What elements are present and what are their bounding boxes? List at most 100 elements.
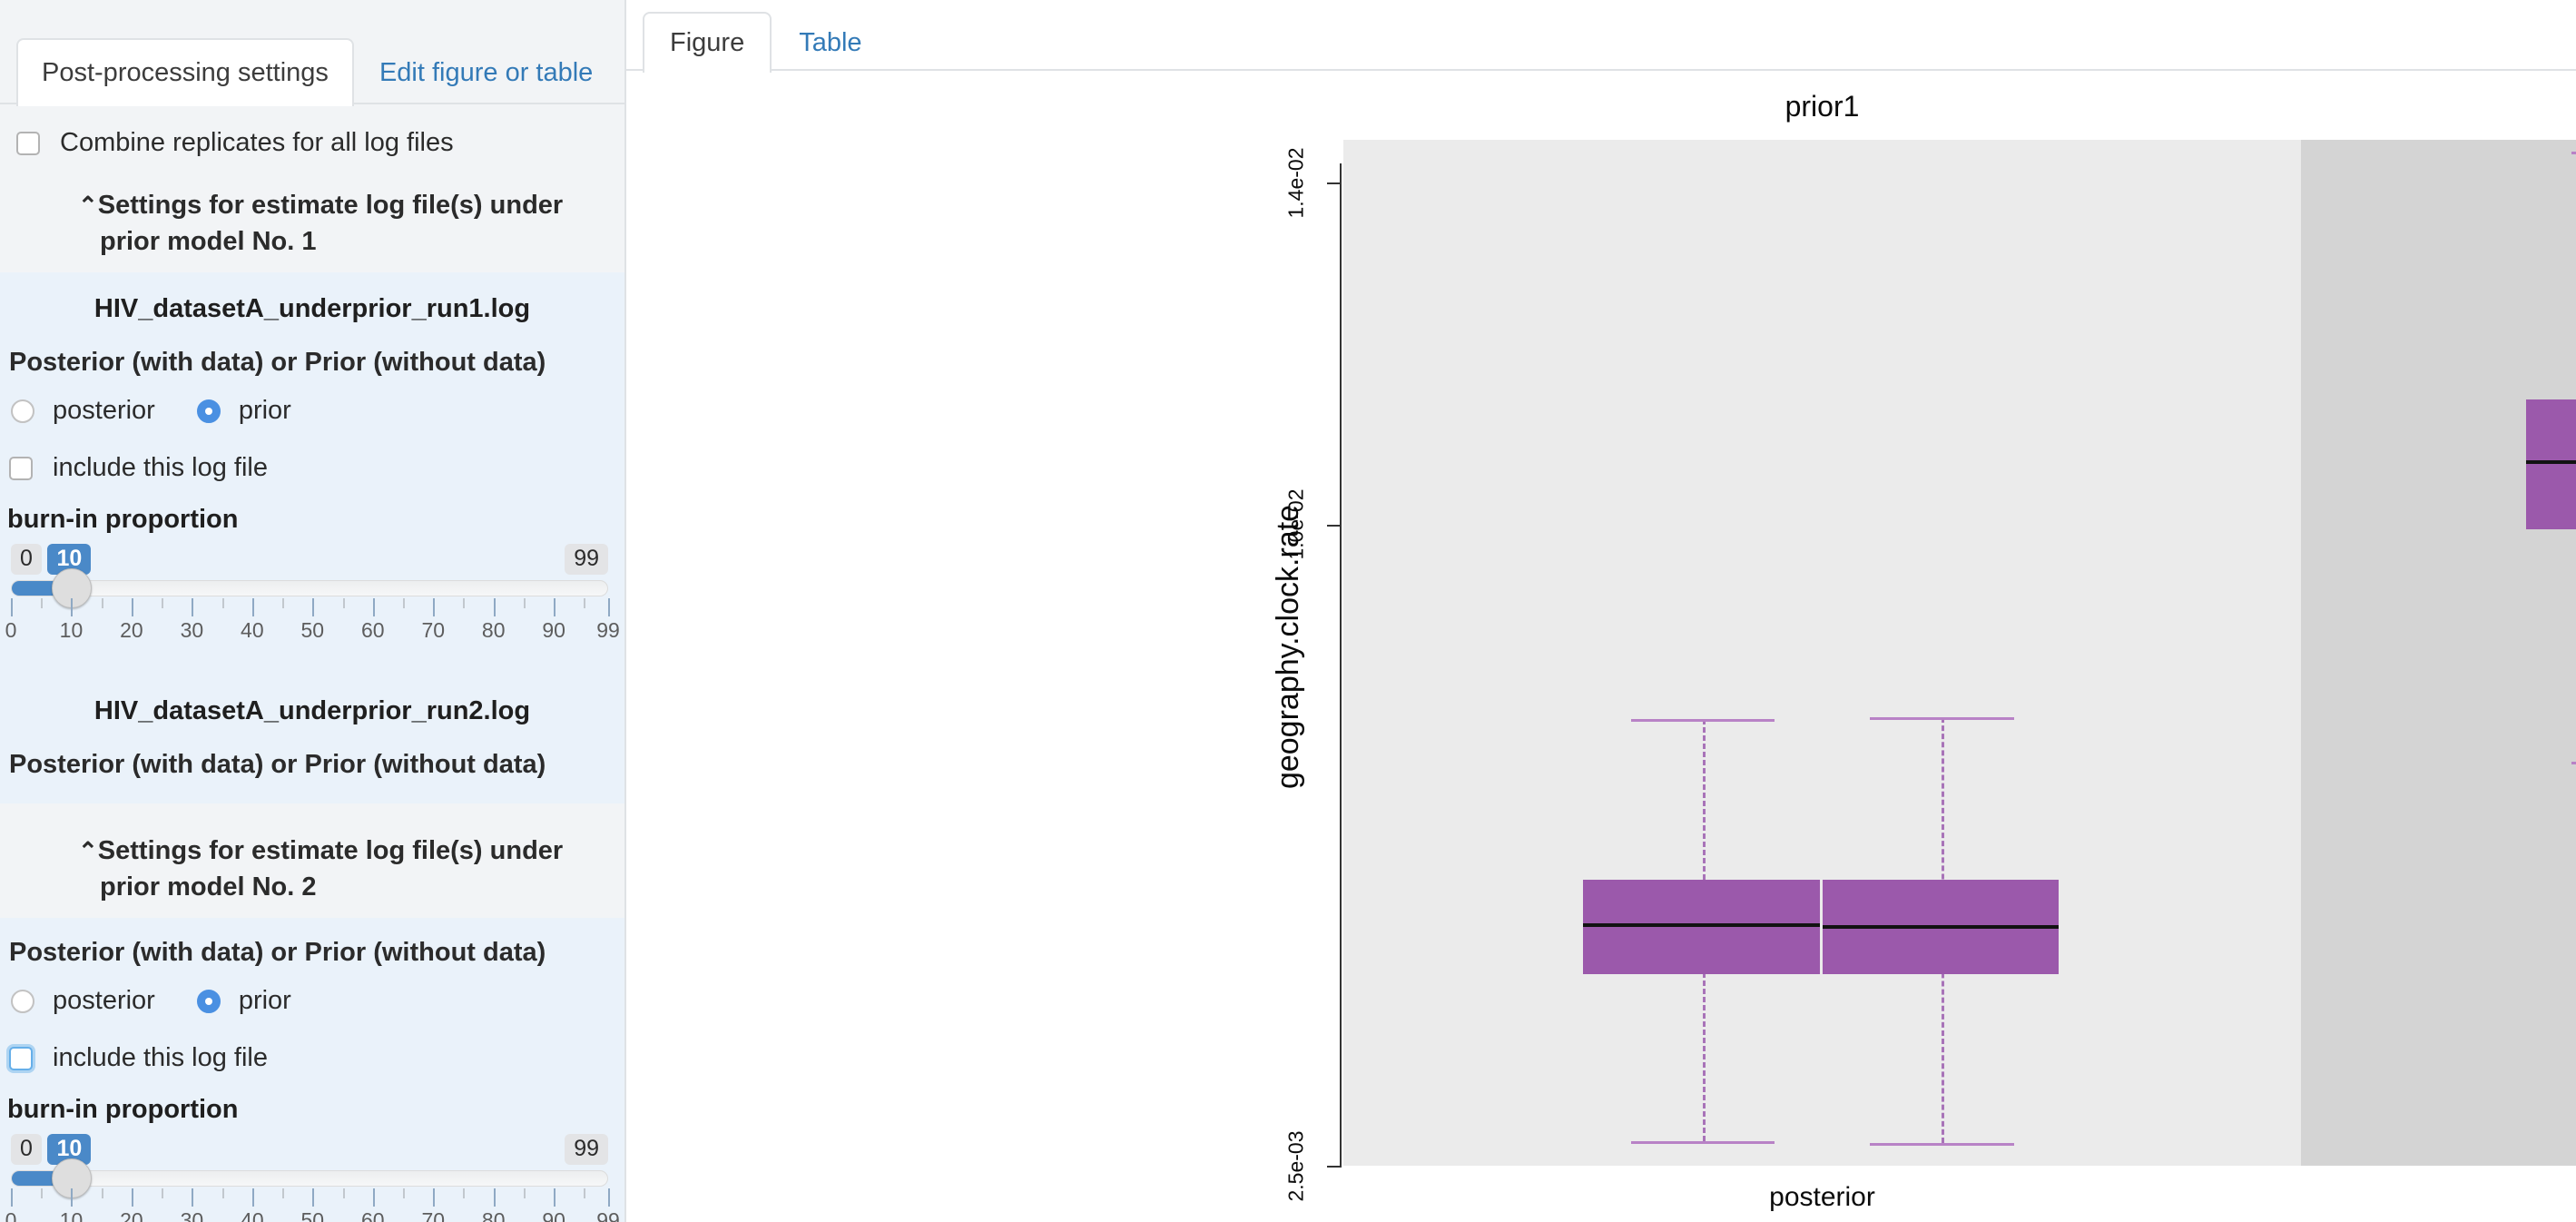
slider-tick xyxy=(433,1188,436,1207)
include-log-file-checkbox-2[interactable] xyxy=(9,1046,33,1070)
y-axis-tick-label: 1.4e-02 xyxy=(1278,119,1314,246)
slider-min-2: 0 xyxy=(11,1134,42,1165)
combine-replicates-label: Combine replicates for all log files xyxy=(60,128,454,157)
slider-tick-label: 20 xyxy=(120,1208,143,1222)
boxplot-whisker-cap xyxy=(2571,152,2576,155)
slider-tick xyxy=(101,1188,103,1199)
burn-in-slider-1[interactable]: 0 10 99 0 10 20 30 40 50 60 70 80 90 99 xyxy=(0,538,624,649)
include-log-file-row-2[interactable]: include this log file xyxy=(0,1020,624,1073)
boxplot-box xyxy=(2526,399,2576,530)
slider-tick-label: 10 xyxy=(59,618,84,643)
burn-in-slider-2[interactable]: 0 10 99 0 10 20 30 40 50 60 70 80 90 99 xyxy=(0,1128,624,1222)
tab-figure[interactable]: Figure xyxy=(643,12,772,73)
y-axis-tick-label-text: 1.4e-02 xyxy=(1283,147,1308,219)
log-file-block-3: Posterior (with data) or Prior (without … xyxy=(0,918,624,1222)
section-2-collapse-header[interactable]: ⌃Settings for estimate log file(s) under… xyxy=(0,803,624,918)
slider-tick xyxy=(192,1188,194,1207)
boxplot-median-line xyxy=(1582,923,1820,928)
boxplot-whisker-cap xyxy=(2571,761,2576,764)
combine-replicates-row[interactable]: Combine replicates for all log files xyxy=(0,104,624,158)
tab-table[interactable]: Table xyxy=(772,12,889,71)
slider-tick xyxy=(41,598,44,609)
slider-tick xyxy=(282,1188,285,1199)
slider-tick xyxy=(41,1188,44,1199)
slider-tick xyxy=(554,1188,556,1207)
slider-tick xyxy=(192,598,194,617)
y-axis-tick-label-text: 1.0e-02 xyxy=(1283,488,1308,560)
y-axis-tick xyxy=(1327,524,1342,527)
y-axis-tick-label: 1.0e-02 xyxy=(1278,461,1314,588)
slider-tick-label: 70 xyxy=(421,1208,446,1222)
burn-in-label-1: burn-in proportion xyxy=(7,505,239,535)
slider-tick xyxy=(584,1188,586,1199)
slider-tick xyxy=(463,1188,466,1199)
slider-tick-label: 40 xyxy=(241,1208,264,1222)
slider-tick-label: 10 xyxy=(59,1208,84,1222)
combine-replicates-checkbox[interactable] xyxy=(16,131,40,155)
slider-tick-label: 70 xyxy=(421,618,446,643)
slider-tick xyxy=(251,598,254,617)
radio-posterior-label-1: posterior xyxy=(53,396,155,426)
slider-tick xyxy=(584,598,586,609)
radio-posterior-2[interactable] xyxy=(11,989,34,1013)
slider-tick xyxy=(101,598,103,609)
slider-tick-label: 30 xyxy=(180,1208,204,1222)
slider-tick xyxy=(608,1188,610,1207)
posterior-prior-label-1: Posterior (with data) or Prior (without … xyxy=(9,348,546,378)
section-1-heading: Settings for estimate log file(s) under … xyxy=(97,191,564,257)
slider-tick xyxy=(11,598,13,617)
slider-tick xyxy=(342,598,345,609)
slider-tick-label: 60 xyxy=(360,618,385,643)
slider-tick xyxy=(608,598,610,617)
boxplot-whisker-cap xyxy=(1630,1140,1775,1144)
slider-tick xyxy=(312,598,315,617)
boxplot-whisker-cap xyxy=(1870,716,2014,720)
slider-tick xyxy=(463,598,466,609)
slider-ticks-1 xyxy=(11,598,610,618)
radio-prior-label-2: prior xyxy=(238,986,291,1016)
slider-tick xyxy=(523,598,526,609)
slider-tick xyxy=(162,598,164,609)
figure-pane: Figure Table geography.clock.rate 2.5e-0… xyxy=(626,0,2576,1222)
slider-tick xyxy=(433,598,436,617)
log-file-block-2: HIV_datasetA_underprior_run2.log Posteri… xyxy=(0,667,624,804)
slider-captions-1: 0 10 99 xyxy=(11,544,608,580)
slider-track-2[interactable] xyxy=(11,1158,608,1199)
slider-tick-label: 20 xyxy=(120,618,143,643)
log-file-block-1: HIV_datasetA_underprior_run1.log Posteri… xyxy=(0,272,624,668)
slider-tick xyxy=(493,598,496,617)
slider-tick xyxy=(403,598,406,609)
sidebar-tabbar: Post-processing settings Edit figure or … xyxy=(0,0,624,106)
chevron-up-icon-2: ⌃ xyxy=(78,837,98,865)
slider-track-1[interactable] xyxy=(11,568,608,609)
y-axis-tick-label-text: 2.5e-03 xyxy=(1283,1129,1308,1202)
slider-tick xyxy=(342,1188,345,1199)
posterior-prior-radio-group-2: posterior prior xyxy=(0,973,624,1020)
slider-min-1: 0 xyxy=(11,544,42,575)
section-2-heading: Settings for estimate log file(s) under … xyxy=(97,836,564,902)
log-filename-1: HIV_datasetA_underprior_run1.log xyxy=(93,294,531,324)
x-axis-tick-label: posterior xyxy=(2301,1178,2576,1217)
boxplot-whisker-cap xyxy=(1630,719,1775,723)
radio-posterior-1[interactable] xyxy=(11,399,34,423)
slider-ticks-2 xyxy=(11,1188,610,1208)
section-1-collapse-header[interactable]: ⌃Settings for estimate log file(s) under… xyxy=(0,158,624,272)
posterior-prior-radio-group-1: posterior prior xyxy=(0,383,624,429)
radio-prior-1[interactable] xyxy=(196,399,221,423)
log-filename-2: HIV_datasetA_underprior_run2.log xyxy=(93,696,531,726)
y-axis-tick xyxy=(1327,182,1342,185)
slider-tick xyxy=(221,598,224,609)
slider-tick xyxy=(221,1188,224,1199)
include-log-file-checkbox-1[interactable] xyxy=(9,456,33,480)
tab-edit-figure-or-table[interactable]: Edit figure or table xyxy=(354,38,618,104)
include-log-file-row-1[interactable]: include this log file xyxy=(0,429,624,483)
tab-post-processing-settings[interactable]: Post-processing settings xyxy=(16,38,354,106)
posterior-prior-label-3: Posterior (with data) or Prior (without … xyxy=(9,938,546,968)
slider-tick-label: 30 xyxy=(180,618,204,643)
x-axis-tick-label: posterior xyxy=(1769,1182,1875,1212)
radio-prior-2[interactable] xyxy=(196,989,221,1013)
boxplot-chart: geography.clock.rate 2.5e-03 1.0e-02 1.4e-… xyxy=(626,71,2576,1222)
slider-tick xyxy=(554,598,556,617)
slider-tick-label: 50 xyxy=(300,1208,325,1222)
slider-max-2: 99 xyxy=(565,1134,608,1165)
